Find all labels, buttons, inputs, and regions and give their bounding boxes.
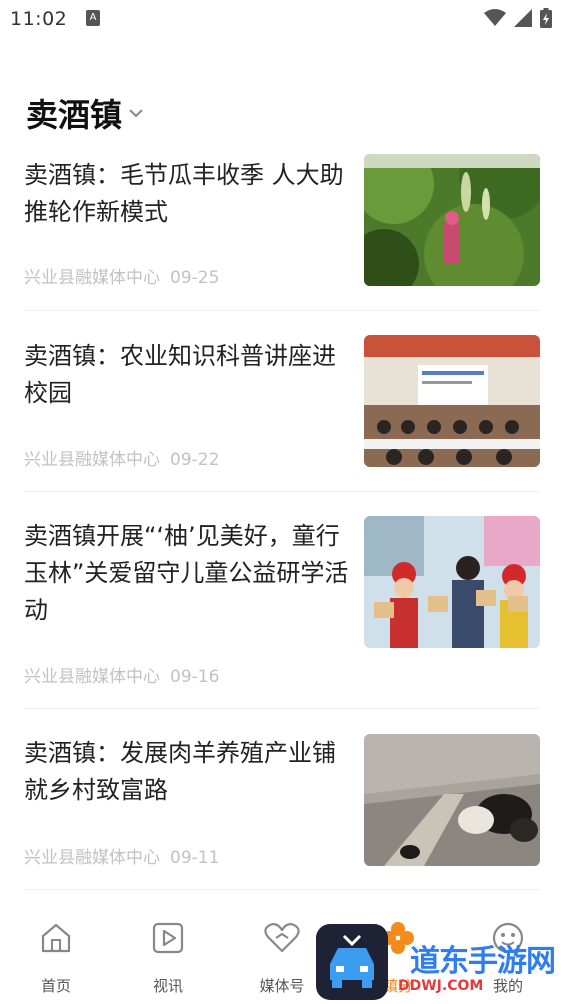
tab-video[interactable]: 视讯 — [128, 905, 208, 1004]
news-item[interactable]: 卖酒镇开展“‘柚’见美好，童行玉林”关爱留守儿童公益研学活动 兴业县融媒体中心 0… — [0, 492, 564, 709]
status-icons — [484, 8, 552, 28]
news-meta: 兴业县融媒体中心 09-25 — [24, 263, 219, 288]
tab-label: 视讯 — [152, 977, 183, 995]
video-icon — [151, 921, 185, 959]
news-source: 兴业县融媒体中心 — [24, 667, 160, 687]
tab-home[interactable]: 首页 — [16, 905, 96, 1004]
news-thumbnail — [364, 335, 540, 467]
news-item[interactable]: 卖酒镇：毛节瓜丰收季 人大助推轮作新模式 兴业县融媒体中心 09-25 — [0, 145, 564, 311]
chevron-down-icon — [128, 107, 144, 119]
battery-icon — [540, 8, 552, 28]
news-title: 卖酒镇开展“‘柚’见美好，童行玉林”关爱留守儿童公益研学活动 — [24, 522, 349, 624]
home-icon — [39, 921, 73, 959]
news-date: 09-11 — [170, 848, 220, 868]
wifi-icon — [484, 9, 506, 26]
news-thumbnail — [364, 154, 540, 286]
news-date: 09-16 — [170, 667, 220, 687]
status-bar: 11:02 A — [0, 0, 564, 40]
channel-selector[interactable]: 卖酒镇 — [26, 90, 144, 136]
news-thumbnail — [364, 516, 540, 648]
watermark-logo — [316, 924, 388, 1000]
news-source: 兴业县融媒体中心 — [24, 848, 160, 868]
heart-icon — [263, 921, 301, 959]
status-time: 11:02 — [10, 8, 68, 30]
news-meta: 兴业县融媒体中心 09-16 — [24, 662, 219, 687]
watermark-url: DDWJ.COM — [398, 978, 484, 994]
tab-label: 首页 — [40, 977, 71, 995]
notification-app-icon: A — [86, 10, 100, 26]
divider — [24, 889, 540, 890]
news-meta: 兴业县融媒体中心 09-22 — [24, 445, 219, 470]
news-title: 卖酒镇：农业知识科普讲座进校园 — [24, 342, 336, 407]
news-item[interactable]: 卖酒镇：农业知识科普讲座进校园 兴业县融媒体中心 09-22 — [0, 311, 564, 492]
news-item[interactable]: 卖酒镇：发展肉羊养殖产业铺就乡村致富路 兴业县融媒体中心 09-11 — [0, 709, 564, 889]
tab-media[interactable]: 媒体号 — [242, 905, 322, 1004]
news-date: 09-22 — [170, 450, 220, 470]
news-source: 兴业县融媒体中心 — [24, 450, 160, 470]
signal-icon — [514, 9, 532, 27]
news-source: 兴业县融媒体中心 — [24, 268, 160, 288]
news-title: 卖酒镇：毛节瓜丰收季 人大助推轮作新模式 — [24, 161, 344, 226]
news-meta: 兴业县融媒体中心 09-11 — [24, 843, 219, 868]
watermark-text: 道东手游网 — [410, 944, 556, 979]
channel-title: 卖酒镇 — [26, 96, 123, 134]
tab-label: 媒体号 — [259, 977, 305, 995]
news-date: 09-25 — [170, 268, 220, 288]
news-thumbnail — [364, 734, 540, 866]
news-title: 卖酒镇：发展肉羊养殖产业铺就乡村致富路 — [24, 739, 336, 804]
